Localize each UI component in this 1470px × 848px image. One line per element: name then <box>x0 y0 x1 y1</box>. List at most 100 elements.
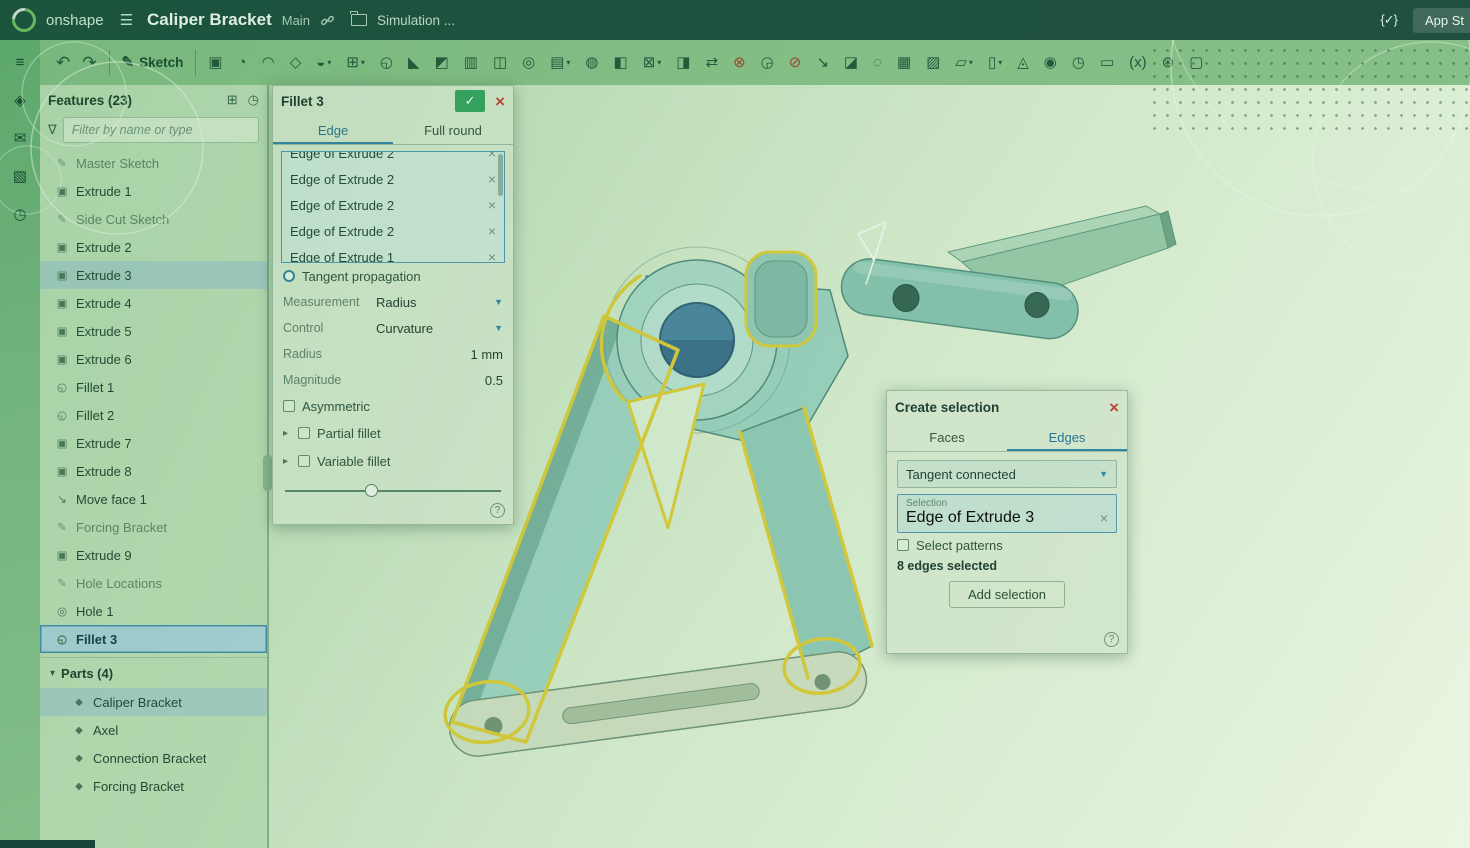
help-icon[interactable]: ? <box>1104 632 1119 647</box>
feature-item-extrude-4[interactable]: ▣Extrude 4 <box>40 289 267 317</box>
undo-icon[interactable]: ↶ <box>56 53 70 73</box>
workspace-label[interactable]: Main <box>282 13 310 28</box>
tool-measure[interactable]: ◬ <box>1017 55 1029 70</box>
selection-item[interactable]: Edge of Extrude 1× <box>282 244 504 263</box>
opacity-slider[interactable] <box>285 483 501 499</box>
select-patterns-checkbox[interactable] <box>897 539 909 551</box>
tool-boundary-surface[interactable]: ▦ <box>897 55 911 70</box>
feature-item-fillet-1[interactable]: ◵Fillet 1 <box>40 373 267 401</box>
sheet-metal-caret-icon[interactable]: ▾ <box>969 58 973 67</box>
feature-item-extrude-1[interactable]: ▣Extrude 1 <box>40 177 267 205</box>
tool-draft[interactable]: ◩ <box>435 55 449 70</box>
boolean-caret-icon[interactable]: ▾ <box>657 58 661 67</box>
feature-item-extrude-8[interactable]: ▣Extrude 8 <box>40 457 267 485</box>
tool-loft[interactable]: ◇ <box>290 55 302 70</box>
tool-linear-pattern[interactable]: ▤▾ <box>550 55 570 70</box>
tool-extrude[interactable]: ▣ <box>208 55 222 70</box>
control-select[interactable]: Curvature <box>376 321 487 336</box>
slider-handle[interactable] <box>365 484 378 497</box>
tool-delete-face[interactable]: ⊘ <box>789 55 802 70</box>
featurescript-icon[interactable]: {✓} <box>1380 12 1397 28</box>
remove-selection-icon[interactable]: × <box>488 171 496 187</box>
part-item-forcing-bracket[interactable]: ◆Forcing Bracket <box>40 772 267 800</box>
partial-fillet-checkbox[interactable] <box>298 427 310 439</box>
seed-selection-box[interactable]: Selection Edge of Extrude 3 × <box>897 494 1117 533</box>
frame-caret-icon[interactable]: ▾ <box>998 58 1002 67</box>
tool-hole[interactable]: ◎ <box>522 55 535 70</box>
tool-offset-surface[interactable]: ◌ <box>873 55 882 70</box>
tool-mirror[interactable]: ◧ <box>614 55 628 70</box>
edge-selection-list[interactable]: Edge of Extrude 2×Edge of Extrude 2×Edge… <box>281 151 505 263</box>
selection-item[interactable]: Edge of Extrude 2× <box>282 166 504 192</box>
features-list-toggle-icon[interactable]: ≡ <box>16 54 25 71</box>
tool-modify-fillet[interactable]: ◶ <box>761 55 774 70</box>
panel-resize-handle[interactable] <box>263 455 272 491</box>
feature-item-extrude-9[interactable]: ▣Extrude 9 <box>40 541 267 569</box>
tool-sheet-metal[interactable]: ▱▾ <box>955 55 973 70</box>
tab-full-round[interactable]: Full round <box>393 116 513 144</box>
selection-method-dropdown[interactable]: Tangent connected ▼ <box>897 460 1117 488</box>
tool-mass-properties[interactable]: ◉ <box>1044 55 1057 70</box>
asymmetric-checkbox[interactable] <box>283 400 295 412</box>
radius-input[interactable]: 1 mm <box>376 347 503 362</box>
tool-delete-part[interactable]: ⊗ <box>733 55 746 70</box>
redo-icon[interactable]: ↷ <box>82 53 96 73</box>
selection-item[interactable]: Edge of Extrude 2× <box>282 192 504 218</box>
project-breadcrumb[interactable]: Simulation ... <box>377 13 455 28</box>
add-selection-button[interactable]: Add selection <box>949 581 1065 608</box>
add-folder-icon[interactable]: ⊞ <box>227 92 238 108</box>
tool-simulation[interactable]: ⊛ <box>1162 55 1175 70</box>
commit-button[interactable]: ✓ <box>455 90 485 112</box>
feature-item-forcing-bracket[interactable]: ✎Forcing Bracket <box>40 513 267 541</box>
part-item-connection-bracket[interactable]: ◆Connection Bracket <box>40 744 267 772</box>
tool-revolve[interactable]: ◔ <box>238 55 247 70</box>
remove-seed-icon[interactable]: × <box>1100 510 1108 526</box>
tool-performance[interactable]: ◷ <box>1072 55 1085 70</box>
link-icon[interactable] <box>320 13 335 28</box>
tangent-propagation-checkbox[interactable] <box>283 270 295 282</box>
tool-split[interactable]: ◨ <box>676 55 690 70</box>
rollback-icon[interactable]: ◷ <box>248 92 259 108</box>
parts-section-header[interactable]: ▾ Parts (4) <box>40 657 267 688</box>
close-icon[interactable]: × <box>1109 399 1119 416</box>
part-item-caliper-bracket[interactable]: ◆Caliper Bracket <box>40 688 267 716</box>
measurement-select[interactable]: Radius <box>376 295 487 310</box>
feature-item-extrude-7[interactable]: ▣Extrude 7 <box>40 429 267 457</box>
remove-selection-icon[interactable]: × <box>488 197 496 213</box>
tool-notes[interactable]: ▭ <box>1100 55 1114 70</box>
cancel-button[interactable]: × <box>495 93 505 110</box>
tool-sweep[interactable]: ◠ <box>262 55 275 70</box>
scrollbar-thumb[interactable] <box>498 154 503 196</box>
tool-replace-face[interactable]: ◪ <box>844 55 858 70</box>
tab-faces[interactable]: Faces <box>887 423 1007 451</box>
tool-variable-table[interactable]: (x) <box>1129 55 1147 70</box>
tool-frame[interactable]: ▯▾ <box>988 55 1002 70</box>
tool-move-face[interactable]: ↘ <box>816 55 829 70</box>
comments-icon[interactable]: ✉ <box>14 129 27 147</box>
variable-fillet-expander-icon[interactable]: ▸ <box>283 456 291 467</box>
feature-item-master-sketch[interactable]: ✎Master Sketch <box>40 149 267 177</box>
sketch-button[interactable]: ✎ Sketch <box>122 55 184 70</box>
enclose-caret-icon[interactable]: ▾ <box>361 58 365 67</box>
tab-edge[interactable]: Edge <box>273 116 393 144</box>
partial-fillet-expander-icon[interactable]: ▸ <box>283 428 291 439</box>
feature-item-extrude-5[interactable]: ▣Extrude 5 <box>40 317 267 345</box>
tool-shell[interactable]: ◫ <box>493 55 507 70</box>
tool-boolean[interactable]: ⊠▾ <box>643 55 662 70</box>
feature-item-extrude-3[interactable]: ▣Extrude 3 <box>40 261 267 289</box>
selection-item[interactable]: Edge of Extrude 2× <box>282 218 504 244</box>
tool-chamfer[interactable]: ◣ <box>408 55 420 70</box>
menu-icon[interactable]: ☰ <box>120 11 133 29</box>
remove-selection-icon[interactable]: × <box>488 249 496 263</box>
tool-thicken[interactable]: ◒▾ <box>316 55 331 70</box>
feature-item-hole-locations[interactable]: ✎Hole Locations <box>40 569 267 597</box>
tool-drawing[interactable]: ▢ <box>1189 55 1203 70</box>
thicken-caret-icon[interactable]: ▾ <box>327 58 331 67</box>
feature-item-side-cut-sketch[interactable]: ✎Side Cut Sketch <box>40 205 267 233</box>
linear-pattern-caret-icon[interactable]: ▾ <box>566 58 570 67</box>
feature-item-extrude-6[interactable]: ▣Extrude 6 <box>40 345 267 373</box>
parts-list-icon[interactable]: ▧ <box>13 167 27 185</box>
feature-item-hole-1[interactable]: ◎Hole 1 <box>40 597 267 625</box>
filter-input[interactable] <box>63 117 259 143</box>
tool-enclose[interactable]: ⊞▾ <box>346 55 365 70</box>
